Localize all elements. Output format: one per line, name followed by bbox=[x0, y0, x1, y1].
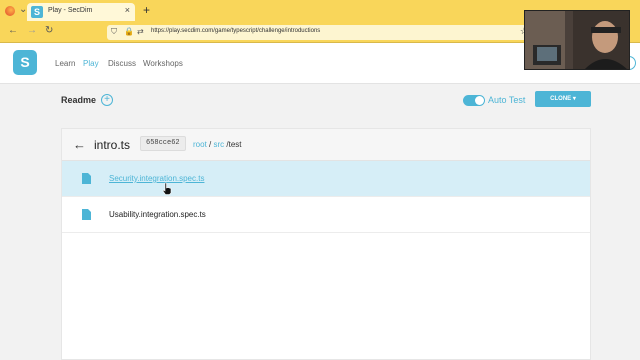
hand-cursor-icon bbox=[162, 182, 172, 195]
readme-add-icon[interactable]: + bbox=[101, 94, 113, 106]
nav-learn[interactable]: Learn bbox=[55, 59, 75, 68]
nav-discuss[interactable]: Discuss bbox=[108, 59, 136, 68]
url-text[interactable]: https://play.secdim.com/game/typescript/… bbox=[151, 28, 320, 34]
new-tab-button[interactable]: + bbox=[143, 3, 150, 17]
forward-icon[interactable]: → bbox=[27, 25, 37, 36]
file-title: intro.ts bbox=[94, 138, 131, 152]
close-tab-icon[interactable]: × bbox=[125, 5, 130, 15]
breadcrumb-src[interactable]: src bbox=[213, 140, 224, 149]
shield-icon[interactable]: ⛉ bbox=[111, 27, 117, 37]
lock-icon[interactable]: 🔒 bbox=[124, 27, 134, 36]
clone-button[interactable]: CLONE ▾ bbox=[535, 91, 591, 107]
readme-label[interactable]: Readme bbox=[61, 95, 96, 105]
file-browser-panel: ← intro.ts 658cce62 root / src /test Sec… bbox=[61, 128, 591, 360]
toggle-knob bbox=[475, 96, 484, 105]
breadcrumb-root[interactable]: root bbox=[193, 140, 207, 149]
webcam-image bbox=[525, 11, 629, 69]
file-icon bbox=[82, 209, 91, 220]
file-row[interactable]: Usability.integration.spec.ts bbox=[62, 197, 590, 233]
auto-test-toggle[interactable] bbox=[463, 95, 485, 106]
webcam-overlay bbox=[524, 10, 630, 70]
commit-badge[interactable]: 658cce62 bbox=[140, 136, 186, 151]
nav-workshops[interactable]: Workshops bbox=[143, 59, 183, 68]
file-icon bbox=[82, 173, 91, 184]
browser-logo-icon bbox=[5, 6, 15, 16]
permissions-icon[interactable]: ⇄ bbox=[137, 27, 144, 36]
breadcrumb: root / src /test bbox=[193, 140, 242, 149]
reload-icon[interactable]: ↻ bbox=[45, 25, 53, 36]
file-name[interactable]: Usability.integration.spec.ts bbox=[109, 210, 206, 219]
file-name[interactable]: Security.integration.spec.ts bbox=[109, 174, 204, 183]
nav-play[interactable]: Play bbox=[83, 59, 99, 68]
auto-test-label: Auto Test bbox=[488, 95, 526, 105]
file-browser-header: ← intro.ts 658cce62 root / src /test bbox=[62, 129, 590, 161]
file-row[interactable]: Security.integration.spec.ts bbox=[62, 161, 590, 197]
browser-tab[interactable]: S Play - SecDim × bbox=[27, 3, 135, 21]
tab-title: Play - SecDim bbox=[48, 7, 93, 14]
secdim-logo[interactable]: S bbox=[13, 50, 37, 75]
address-bar[interactable]: ⛉ 🔒 ⇄ https://play.secdim.com/game/types… bbox=[107, 25, 532, 40]
secdim-favicon-icon: S bbox=[31, 6, 43, 18]
back-icon[interactable]: ← bbox=[8, 25, 18, 36]
back-arrow-icon[interactable]: ← bbox=[73, 137, 86, 152]
breadcrumb-current: test bbox=[228, 140, 242, 149]
